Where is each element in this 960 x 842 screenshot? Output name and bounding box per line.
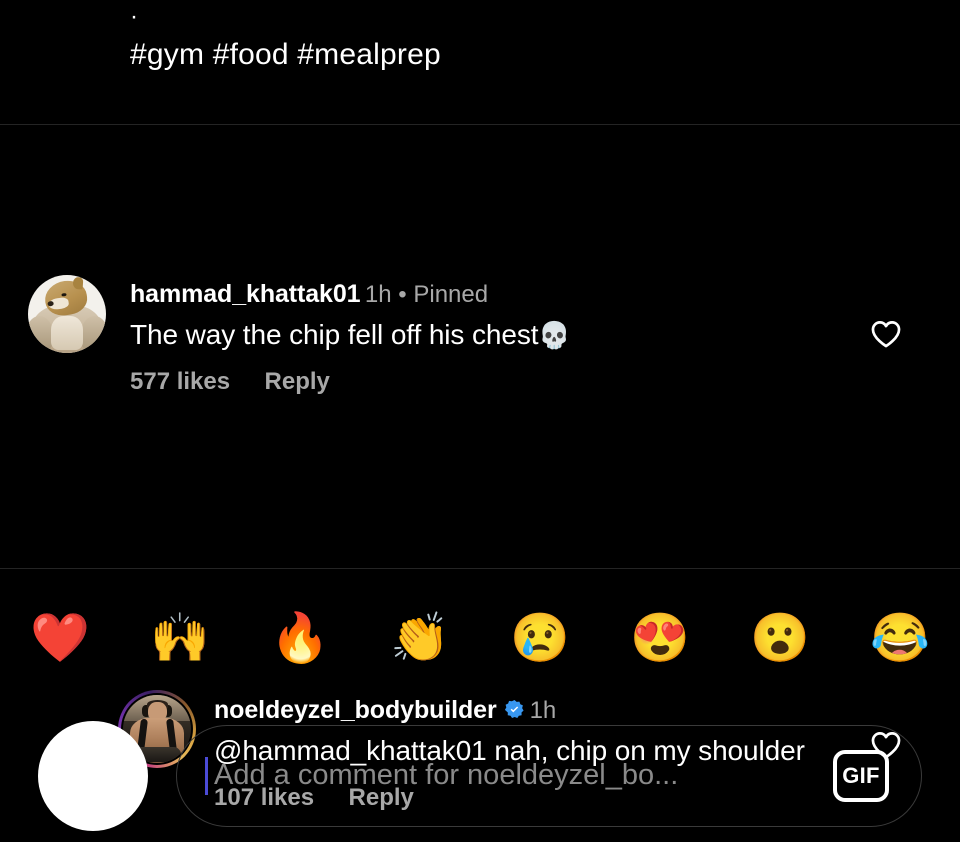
comment-meta: 1h • Pinned (364, 281, 489, 308)
gif-button[interactable]: GIF (833, 749, 889, 802)
comment-item: noeldeyzel_bodybuilder 1h @hammad_khattak… (0, 330, 960, 811)
caption-hashtags[interactable]: #gym #food #mealprep (130, 38, 441, 72)
current-user-avatar[interactable] (38, 720, 148, 831)
emoji-quick-reaction-bar: ❤️ 🙌 🔥 👏 😢 😍 😮 😂 (0, 569, 960, 709)
fire-emoji[interactable]: 🔥 (240, 615, 360, 663)
caption-dot: · (130, 3, 138, 30)
red-heart-emoji[interactable]: ❤️ (0, 615, 120, 663)
open-mouth-emoji[interactable]: 😮 (720, 615, 840, 663)
comment-input-placeholder: Add a comment for noeldeyzel_bo... (214, 759, 679, 791)
text-cursor (205, 756, 208, 795)
raising-hands-emoji[interactable]: 🙌 (120, 615, 240, 663)
clapping-hands-emoji[interactable]: 👏 (360, 615, 480, 663)
comment-header: hammad_khattak01 1h • Pinned (130, 280, 830, 309)
comment-composer: Add a comment for noeldeyzel_bo... GIF (0, 709, 960, 842)
post-caption: · #gym #food #mealprep (0, 0, 960, 124)
instagram-comments-screen: · #gym #food #mealprep hammad_khattak01 … (0, 0, 960, 842)
comment-username[interactable]: hammad_khattak01 (130, 280, 361, 308)
heart-eyes-emoji[interactable]: 😍 (600, 615, 720, 663)
comments-list: hammad_khattak01 1h • Pinned The way the… (0, 125, 960, 811)
comment-item: hammad_khattak01 1h • Pinned The way the… (0, 125, 960, 395)
comment-input-field[interactable]: Add a comment for noeldeyzel_bo... GIF (176, 724, 922, 827)
crying-face-emoji[interactable]: 😢 (480, 615, 600, 663)
joy-emoji[interactable]: 😂 (840, 615, 960, 663)
